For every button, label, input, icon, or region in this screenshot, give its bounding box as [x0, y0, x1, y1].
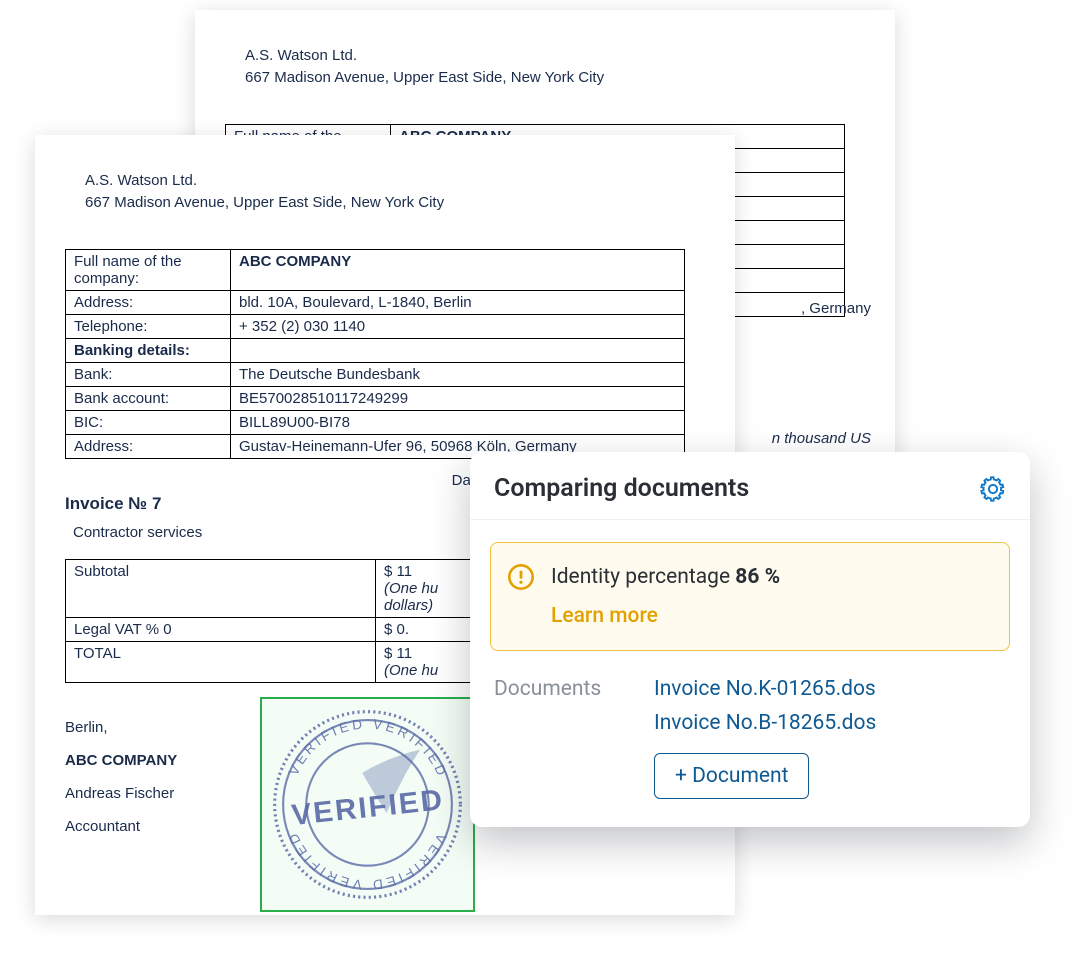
sender-address: 667 Madison Avenue, Upper East Side, New…	[245, 67, 875, 89]
alert-text: Identity percentage	[551, 565, 735, 589]
sender-block-back: A.S. Watson Ltd. 667 Madison Avenue, Upp…	[245, 45, 875, 89]
stamp-center-text: VERIFIED	[290, 783, 446, 832]
amount-name: TOTAL	[66, 641, 376, 682]
table-label: Full name of the company:	[66, 249, 231, 290]
gear-icon[interactable]	[980, 476, 1006, 502]
table-value: The Deutsche Bundesbank	[231, 362, 685, 386]
table-value: BILL89U00-BI78	[231, 410, 685, 434]
alert-percent: 86 %	[735, 565, 780, 589]
table-label: Address:	[66, 434, 231, 458]
panel-header: Comparing documents	[470, 452, 1030, 520]
table-label: Address:	[66, 290, 231, 314]
thousand-peek: n thousand US	[772, 430, 871, 447]
company-details-table: Full name of the company:ABC COMPANYAddr…	[65, 249, 685, 459]
sender-block-front: A.S. Watson Ltd. 667 Madison Avenue, Upp…	[85, 170, 715, 214]
table-label: Bank account:	[66, 386, 231, 410]
sender-name: A.S. Watson Ltd.	[85, 170, 715, 192]
verified-stamp: VERIFIED VERIFIED VERIFIED VERIFIED VERI…	[260, 697, 475, 912]
germany-peek: , Germany	[801, 300, 871, 317]
panel-title: Comparing documents	[494, 474, 749, 503]
documents-list: Invoice No.K-01265.dos Invoice No.B-1826…	[654, 677, 876, 799]
identity-alert: Identity percentage 86 % Learn more	[490, 542, 1010, 651]
documents-label: Documents	[494, 677, 624, 799]
table-label: Telephone:	[66, 314, 231, 338]
add-document-button[interactable]: + Document	[654, 753, 809, 799]
document-link[interactable]: Invoice No.B-18265.dos	[654, 711, 876, 735]
compare-panel: Comparing documents Identity percentage …	[470, 452, 1030, 827]
table-value	[231, 338, 685, 362]
table-value: BE570028510117249299	[231, 386, 685, 410]
sender-address: 667 Madison Avenue, Upper East Side, New…	[85, 192, 715, 214]
sender-name: A.S. Watson Ltd.	[245, 45, 875, 67]
svg-text:VERIFIED VERIFIED: VERIFIED VERIFIED	[285, 828, 450, 892]
documents-section: Documents Invoice No.K-01265.dos Invoice…	[470, 665, 1030, 827]
stamp-icon: VERIFIED VERIFIED VERIFIED VERIFIED VERI…	[262, 699, 473, 910]
table-label: Bank:	[66, 362, 231, 386]
warning-icon	[507, 563, 535, 591]
amount-name: Subtotal	[66, 559, 376, 617]
document-link[interactable]: Invoice No.K-01265.dos	[654, 677, 876, 701]
amount-name: Legal VAT % 0	[66, 617, 376, 641]
table-label: BIC:	[66, 410, 231, 434]
table-value: ABC COMPANY	[231, 249, 685, 290]
table-label: Banking details:	[66, 338, 231, 362]
table-value: + 352 (2) 030 1140	[231, 314, 685, 338]
learn-more-link[interactable]: Learn more	[551, 600, 658, 633]
table-value: bld. 10A, Boulevard, L-1840, Berlin	[231, 290, 685, 314]
alert-body: Identity percentage 86 % Learn more	[551, 561, 780, 632]
